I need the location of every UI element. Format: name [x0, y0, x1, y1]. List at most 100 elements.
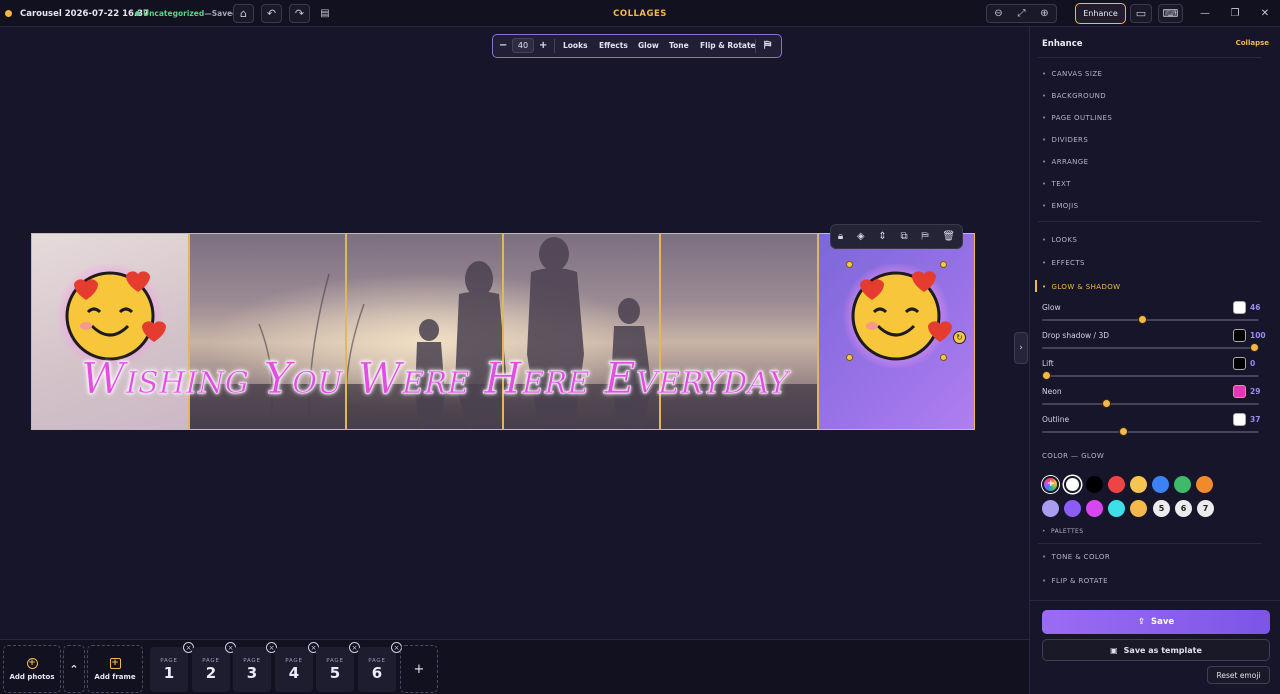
section-looks[interactable]: • LOOKS — [1042, 236, 1077, 244]
page-thumb-5[interactable]: PAGE 5 × — [316, 642, 360, 692]
glow-button[interactable]: Glow — [638, 35, 659, 56]
slider-color-swatch[interactable] — [1233, 385, 1246, 398]
section-tone-color[interactable]: • TONE & COLOR — [1042, 553, 1110, 561]
reset-emoji-button[interactable]: Reset emoji — [1207, 666, 1270, 684]
layers-icon[interactable]: ◈ — [857, 231, 865, 242]
section-canvas-size[interactable]: • CANVAS SIZE — [1042, 70, 1102, 78]
fit-icon[interactable]: ⤢ — [1010, 5, 1033, 22]
format-painter-icon[interactable]: ⛿ — [921, 231, 928, 242]
add-frame-button[interactable]: + Add frame — [87, 645, 143, 693]
heart-eyes-emoji-left[interactable] — [54, 264, 166, 368]
color-swatch[interactable] — [1086, 476, 1103, 493]
resize-handle[interactable] — [940, 354, 947, 361]
color-swatch-7[interactable]: 7 — [1197, 500, 1214, 517]
home-button[interactable]: ⌂ — [233, 4, 254, 23]
page-thumb-6[interactable]: PAGE 6 × — [358, 642, 402, 692]
page-thumb-4[interactable]: PAGE 4 × — [275, 642, 319, 692]
section-effects[interactable]: • EFFECTS — [1042, 259, 1085, 267]
slider-track[interactable] — [1042, 371, 1259, 380]
slider-track[interactable] — [1042, 399, 1259, 408]
resize-handle[interactable] — [940, 261, 947, 268]
color-swatch[interactable] — [1042, 500, 1059, 517]
heart-eyes-emoji-right[interactable] — [840, 264, 952, 368]
add-photos-button[interactable]: + Add photos — [3, 645, 61, 693]
color-swatch-6[interactable]: 6 — [1175, 500, 1192, 517]
close-window-button[interactable]: ✕ — [1250, 0, 1280, 27]
color-swatch[interactable] — [1196, 476, 1213, 493]
slider-knob[interactable] — [1250, 343, 1259, 352]
slider-knob[interactable] — [1042, 371, 1051, 380]
effects-button[interactable]: Effects — [599, 35, 628, 56]
section-emojis[interactable]: • EMOJIS — [1042, 202, 1078, 210]
section-label: TEXT — [1051, 180, 1071, 188]
color-swatch[interactable] — [1152, 476, 1169, 493]
add-page-button[interactable]: + — [400, 645, 438, 693]
duplicate-icon[interactable]: ⧉ — [900, 231, 907, 242]
page-thumb-1[interactable]: PAGE 1 × — [150, 642, 194, 692]
category-label[interactable]: Uncategorized — [143, 9, 204, 18]
slider-track[interactable] — [1042, 315, 1259, 324]
color-swatch[interactable] — [1174, 476, 1191, 493]
slider-color-swatch[interactable] — [1233, 413, 1246, 426]
zoom-out-icon[interactable]: ⊖ — [987, 5, 1010, 22]
lock-icon[interactable]: 🔒︎ — [838, 231, 843, 242]
undo-button[interactable]: ↶ — [261, 4, 282, 23]
resize-handle[interactable] — [846, 261, 853, 268]
minimize-button[interactable]: — — [1190, 0, 1220, 27]
size-decrease-button[interactable]: − — [499, 35, 507, 56]
section-glow-shadow[interactable]: • GLOW & SHADOW — [1042, 283, 1120, 291]
slider-color-swatch[interactable] — [1233, 357, 1246, 370]
expand-panel-tab[interactable]: › — [1014, 332, 1028, 364]
redo-button[interactable]: ↷ — [289, 4, 310, 23]
slider-knob[interactable] — [1137, 315, 1147, 324]
section-text[interactable]: • TEXT — [1042, 180, 1071, 188]
collapse-panel-link[interactable]: Collapse — [1236, 39, 1269, 47]
font-size-input[interactable]: 40 — [512, 38, 534, 53]
color-swatch-5[interactable]: 5 — [1153, 500, 1170, 517]
keyboard-button[interactable]: ⌨ — [1158, 4, 1183, 23]
custom-color-picker[interactable]: + — [1042, 476, 1059, 493]
resize-handle[interactable] — [846, 354, 853, 361]
document-icon[interactable]: ▤ — [318, 5, 332, 22]
palettes-section[interactable]: • PALETTES — [1042, 528, 1083, 535]
flip-rotate-button[interactable]: Flip & Rotate — [700, 35, 756, 56]
slider-track[interactable] — [1042, 343, 1259, 352]
zoom-in-icon[interactable]: ⊕ — [1033, 5, 1056, 22]
section-dividers[interactable]: • DIVIDERS — [1042, 136, 1088, 144]
tone-button[interactable]: Tone — [669, 35, 689, 56]
slider-color-swatch[interactable] — [1233, 301, 1246, 314]
save-button[interactable]: ⇪ Save — [1042, 610, 1270, 634]
ruler-button[interactable]: ▭ — [1130, 4, 1152, 23]
section-arrange[interactable]: • ARRANGE — [1042, 158, 1088, 166]
save-as-template-button[interactable]: ▣ Save as template — [1042, 639, 1270, 661]
color-swatch[interactable] — [1064, 476, 1081, 493]
format-painter-icon[interactable]: ⛿ — [764, 35, 771, 56]
collage-text[interactable]: Wishing You Were Here Everyday — [81, 354, 927, 405]
section-flip-rotate[interactable]: • FLIP & ROTATE — [1042, 577, 1108, 585]
looks-button[interactable]: Looks — [563, 35, 588, 56]
color-swatch[interactable] — [1108, 500, 1125, 517]
rotate-handle[interactable]: ↻ — [953, 331, 966, 344]
trash-icon[interactable]: 🗑︎ — [942, 231, 955, 242]
expand-up-button[interactable]: ⌃ — [63, 645, 85, 693]
reorder-icon[interactable]: ⇕ — [878, 231, 886, 242]
slider-color-swatch[interactable] — [1233, 329, 1246, 342]
page-thumb-2[interactable]: PAGE 2 × — [192, 642, 236, 692]
color-swatch[interactable] — [1130, 476, 1147, 493]
slider-knob[interactable] — [1102, 399, 1112, 408]
color-swatch[interactable] — [1086, 500, 1103, 517]
slider-track[interactable] — [1042, 427, 1259, 436]
size-increase-button[interactable]: + — [539, 35, 547, 56]
text-floating-toolbar: − 40 + Looks Effects Glow Tone Flip & Ro… — [492, 34, 782, 58]
document-title[interactable]: Carousel 2026-07-22 16.37 — [20, 0, 149, 27]
color-swatch[interactable] — [1108, 476, 1125, 493]
color-swatch[interactable] — [1064, 500, 1081, 517]
slider-knob[interactable] — [1118, 427, 1128, 436]
color-swatch[interactable] — [1130, 500, 1147, 517]
restore-button[interactable]: ❐ — [1220, 0, 1250, 27]
section-page-outlines[interactable]: • PAGE OUTLINES — [1042, 114, 1112, 122]
canvas-area[interactable]: − 40 + Looks Effects Glow Tone Flip & Ro… — [0, 27, 1029, 664]
section-background[interactable]: • BACKGROUND — [1042, 92, 1106, 100]
enhance-button[interactable]: Enhance — [1075, 3, 1126, 24]
page-thumb-3[interactable]: PAGE 3 × — [233, 642, 277, 692]
